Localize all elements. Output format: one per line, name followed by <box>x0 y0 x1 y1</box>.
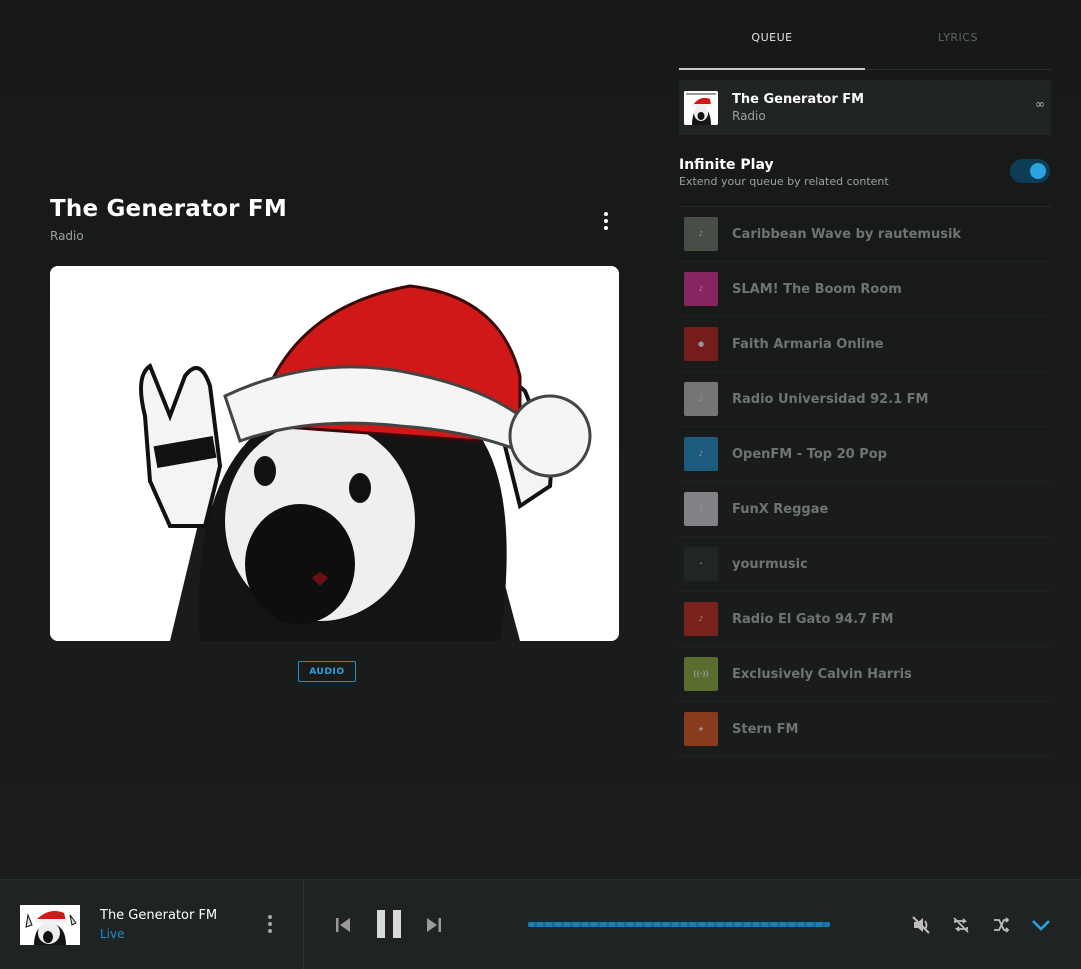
playback-progress-bar[interactable] <box>528 922 830 927</box>
skip-next-icon <box>427 918 441 932</box>
now-playing-header: The Generator FM Radio <box>50 196 619 243</box>
player-title: The Generator FM <box>100 908 218 923</box>
player-thumbnail[interactable] <box>20 905 80 945</box>
shuffle-button[interactable] <box>991 915 1011 939</box>
queue-list: ♪ Caribbean Wave by rautemusik ♪ SLAM! T… <box>679 207 1051 757</box>
infinite-play-title: Infinite Play <box>679 157 774 173</box>
tab-queue[interactable]: QUEUE <box>679 0 865 70</box>
station-name: OpenFM - Top 20 Pop <box>732 446 887 462</box>
station-name: Stern FM <box>732 721 799 737</box>
player-bar: The Generator FM Live <box>0 879 1081 969</box>
station-thumbnail: · <box>684 547 718 581</box>
next-button[interactable] <box>425 916 443 938</box>
now-playing-subtitle: Radio <box>50 229 84 243</box>
list-item[interactable]: ♪ OpenFM - Top 20 Pop <box>679 427 1051 482</box>
pause-icon <box>377 910 401 938</box>
station-thumbnail: ♪ <box>684 382 718 416</box>
panel-tabs: QUEUE LYRICS <box>679 0 1051 70</box>
current-station-info: The Generator FM Radio <box>732 92 864 123</box>
station-thumbnail: ♪ <box>684 217 718 251</box>
list-item[interactable]: ♪ Caribbean Wave by rautemusik <box>679 207 1051 262</box>
bar-divider <box>303 880 304 969</box>
repeat-off-icon <box>953 917 969 933</box>
previous-button[interactable] <box>334 916 352 938</box>
station-thumbnail: ★ <box>684 712 718 746</box>
player-status: Live <box>100 927 125 941</box>
infinite-play-subtitle: Extend your queue by related content <box>679 175 889 188</box>
station-thumbnail: ♪ <box>684 602 718 636</box>
album-artwork <box>50 266 619 641</box>
queue-panel: QUEUE LYRICS The Generator FM Radio ∞ In… <box>679 0 1051 757</box>
current-station-thumbnail <box>684 90 718 125</box>
station-name: SLAM! The Boom Room <box>732 281 902 297</box>
station-name: Radio El Gato 94.7 FM <box>732 611 894 627</box>
station-thumbnail: ♪ <box>684 272 718 306</box>
station-thumbnail: ((·)) <box>684 657 718 691</box>
list-item[interactable]: ♪ FunX Reggae <box>679 482 1051 537</box>
list-item[interactable]: · yourmusic <box>679 537 1051 592</box>
station-name: Faith Armaria Online <box>732 336 884 352</box>
now-playing-title: The Generator FM <box>50 196 287 222</box>
list-item[interactable]: ★ Stern FM <box>679 702 1051 757</box>
list-item[interactable]: ♪ SLAM! The Boom Room <box>679 262 1051 317</box>
screaming-santa-artwork <box>50 266 619 641</box>
pause-button[interactable] <box>376 909 402 943</box>
repeat-off-button[interactable] <box>951 915 971 939</box>
station-thumbnail: ♪ <box>684 492 718 526</box>
skip-previous-icon <box>336 918 350 932</box>
list-item[interactable]: ● Faith Armaria Online <box>679 317 1051 372</box>
station-name: Caribbean Wave by rautemusik <box>732 226 962 242</box>
infinite-play-toggle[interactable] <box>1010 159 1050 183</box>
tab-lyrics[interactable]: LYRICS <box>865 0 1051 69</box>
media-type-badge: AUDIO <box>298 661 356 682</box>
volume-muted-icon <box>912 916 930 934</box>
current-station-name: The Generator FM <box>732 92 865 107</box>
shuffle-icon <box>994 917 1010 933</box>
queue-current-item[interactable]: The Generator FM Radio ∞ <box>679 80 1051 135</box>
station-name: yourmusic <box>732 556 808 572</box>
station-name: Radio Universidad 92.1 FM <box>732 391 929 407</box>
list-item[interactable]: ♪ Radio El Gato 94.7 FM <box>679 592 1051 647</box>
collapse-player-button[interactable] <box>1030 916 1052 938</box>
chevron-down-icon <box>1032 920 1050 931</box>
mute-button[interactable] <box>911 915 931 939</box>
station-name: Exclusively Calvin Harris <box>732 666 912 682</box>
more-options-icon[interactable] <box>601 212 611 232</box>
infinity-icon: ∞ <box>1035 97 1045 111</box>
station-thumbnail: ♪ <box>684 437 718 471</box>
station-thumbnail: ● <box>684 327 718 361</box>
app-root: The Generator FM Radio AUDIO QUEUE LYRIC… <box>0 0 1081 969</box>
station-name: FunX Reggae <box>732 501 829 517</box>
list-item[interactable]: ♪ Radio Universidad 92.1 FM <box>679 372 1051 427</box>
list-item[interactable]: ((·)) Exclusively Calvin Harris <box>679 647 1051 702</box>
infinite-play-section: Infinite Play Extend your queue by relat… <box>679 157 1051 207</box>
player-more-icon[interactable] <box>266 915 274 937</box>
current-station-type: Radio <box>732 109 766 123</box>
